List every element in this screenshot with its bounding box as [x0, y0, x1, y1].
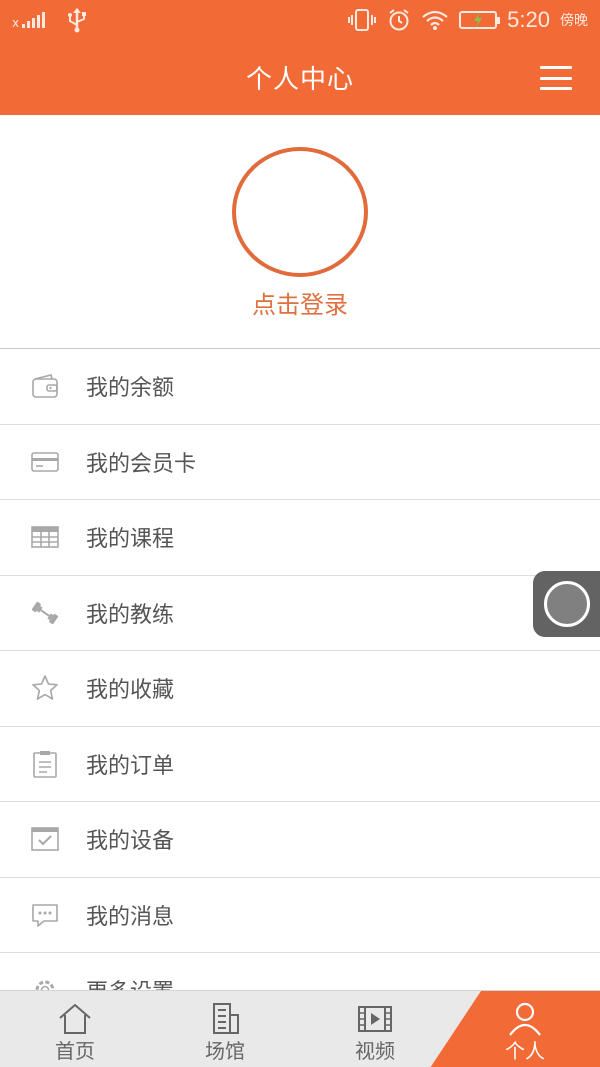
floating-assist-button[interactable] — [533, 571, 600, 637]
vibrate-icon — [348, 9, 377, 31]
menu-line — [540, 66, 572, 69]
menu-item-favorites[interactable]: 我的收藏 — [0, 651, 600, 727]
no-signal-icon: x — [12, 12, 45, 30]
gear-icon — [30, 975, 60, 990]
home-icon — [59, 1004, 91, 1034]
menu-item-label: 我的会员卡 — [86, 451, 197, 477]
status-bar: x 5:20 傍晚 — [0, 0, 600, 40]
menu-item-label: 我的收藏 — [86, 678, 175, 704]
tab-videos[interactable]: 视频 — [300, 991, 450, 1067]
alarm-icon — [389, 9, 409, 31]
menu-item-label: 我的订单 — [86, 753, 175, 779]
menu-item-label: 我的课程 — [86, 527, 175, 553]
app-header: 个人中心 — [0, 40, 600, 115]
tab-label: 场馆 — [205, 1039, 245, 1063]
menu-item-member-card[interactable]: 我的会员卡 — [0, 424, 600, 500]
menu-item-label: 我的教练 — [86, 602, 175, 628]
menu-line — [540, 87, 572, 90]
tab-venues[interactable]: 场馆 — [150, 991, 300, 1067]
menu-item-label: 我的设备 — [86, 829, 175, 855]
menu-item-label: 更多设置 — [86, 974, 174, 990]
message-icon — [30, 900, 60, 930]
assist-circle-icon — [543, 581, 590, 627]
tab-profile[interactable]: 个人 — [450, 991, 600, 1067]
tab-home[interactable]: 首页 — [0, 991, 150, 1067]
menu-item-label: 我的余额 — [86, 376, 175, 402]
device-check-icon — [30, 824, 60, 854]
dumbbell-icon — [30, 598, 60, 628]
tab-label: 个人 — [505, 1039, 545, 1063]
person-icon — [509, 1002, 541, 1036]
card-icon — [30, 447, 60, 477]
building-icon — [213, 1003, 239, 1034]
hamburger-menu-icon[interactable] — [540, 66, 572, 90]
status-left: x — [12, 7, 88, 33]
menu-item-devices[interactable]: 我的设备 — [0, 802, 600, 878]
status-period: 傍晚 — [560, 13, 588, 29]
bottom-nav: 首页 场馆 视频 个人 — [0, 990, 600, 1067]
table-icon — [30, 522, 60, 552]
menu-item-label: 我的消息 — [86, 904, 175, 930]
film-icon — [358, 1006, 392, 1032]
status-time: 5:20 — [507, 7, 550, 32]
avatar[interactable] — [232, 147, 368, 277]
star-icon — [30, 673, 60, 703]
tab-label: 视频 — [355, 1039, 395, 1063]
menu-list: 我的余额 我的会员卡 我的课程 我的教练 我的收藏 我的订单 我的设备 我的消息 — [0, 348, 600, 990]
login-link[interactable]: 点击登录 — [252, 285, 348, 320]
status-right: 5:20 傍晚 — [347, 7, 588, 33]
tab-label: 首页 — [55, 1039, 95, 1063]
screen: x 5:20 傍晚 个人中心 点击登录 我的余额 我的会员卡 我的课程 我的教练… — [0, 0, 600, 1067]
menu-item-orders[interactable]: 我的订单 — [0, 726, 600, 802]
profile-section: 点击登录 — [0, 115, 600, 348]
wifi-icon — [422, 10, 448, 30]
menu-item-messages[interactable]: 我的消息 — [0, 877, 600, 953]
page-title: 个人中心 — [245, 65, 354, 95]
menu-item-balance[interactable]: 我的余额 — [0, 349, 600, 425]
menu-item-courses[interactable]: 我的课程 — [0, 500, 600, 576]
usb-icon — [68, 8, 86, 33]
menu-item-coach[interactable]: 我的教练 — [0, 575, 600, 651]
svg-text:x: x — [12, 16, 19, 30]
clipboard-icon — [30, 749, 60, 779]
menu-line — [540, 76, 572, 80]
menu-item-settings[interactable]: 更多设置 — [0, 953, 600, 990]
wallet-icon — [30, 371, 60, 401]
battery-charging-icon — [459, 11, 501, 29]
